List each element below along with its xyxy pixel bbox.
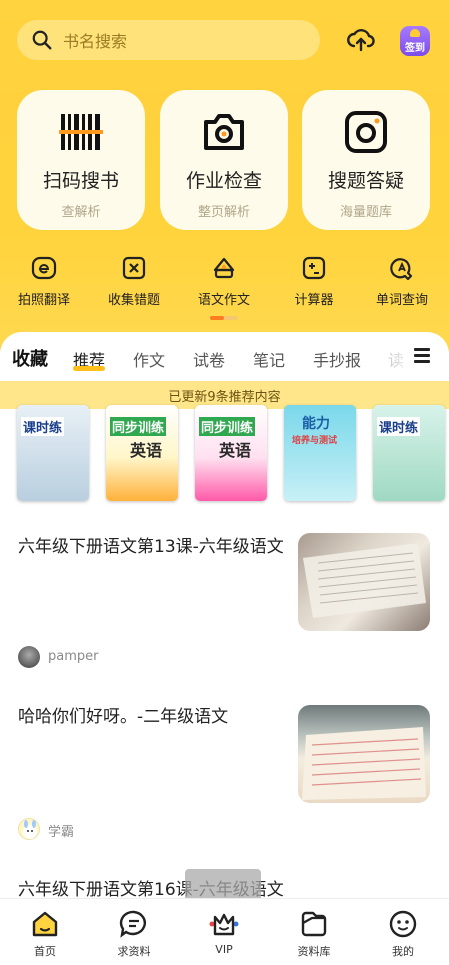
camera-square-icon bbox=[345, 111, 387, 153]
tool-subtitle: 海量题库 bbox=[339, 205, 392, 220]
barcode-icon bbox=[59, 114, 103, 150]
tool-title: 扫码搜书 bbox=[42, 170, 119, 192]
tool-subtitle: 查解析 bbox=[61, 205, 101, 220]
word-search-icon bbox=[390, 258, 413, 281]
tab-handwritten-newspaper[interactable]: 手抄报 bbox=[313, 347, 361, 371]
bottom-navigation: 首页 求资料 VIP 资料库 我的 bbox=[0, 898, 449, 965]
book-cover[interactable]: 课时练 bbox=[373, 405, 445, 501]
tool-question-search[interactable]: 搜题答疑 海量题库 bbox=[302, 90, 430, 230]
author-name[interactable]: 学霸 bbox=[48, 821, 74, 840]
tab-fade bbox=[379, 332, 419, 382]
camera-icon bbox=[204, 114, 244, 150]
tool-title: 作业检查 bbox=[185, 170, 262, 192]
chat-icon bbox=[119, 910, 146, 938]
sign-in-button[interactable]: 签到 bbox=[400, 26, 430, 56]
tool-subtitle: 整页解析 bbox=[197, 205, 250, 220]
thumbnail-image bbox=[303, 543, 426, 618]
article-title[interactable]: 六年级下册语文第13课-六年级语文 bbox=[18, 530, 288, 564]
floating-overlay bbox=[185, 869, 261, 901]
essay-icon bbox=[213, 257, 235, 279]
nav-label: 我的 bbox=[392, 945, 414, 958]
tool-essay[interactable]: 语文作文 bbox=[184, 255, 264, 308]
tool-calculator[interactable]: 计算器 bbox=[274, 255, 354, 308]
nav-label: 资料库 bbox=[297, 945, 331, 958]
cartoon-avatar-icon bbox=[23, 820, 37, 839]
nav-library[interactable]: 资料库 bbox=[269, 909, 359, 959]
book-title: 同步训练 bbox=[199, 417, 256, 436]
home-icon bbox=[32, 911, 58, 937]
menu-icon[interactable] bbox=[414, 348, 430, 363]
tool-word-lookup[interactable]: 单词查询 bbox=[362, 255, 442, 308]
book-cover[interactable]: 课时练 bbox=[17, 405, 89, 501]
translate-icon bbox=[31, 256, 57, 280]
nav-vip[interactable]: VIP bbox=[179, 909, 269, 956]
nav-label: 求资料 bbox=[117, 945, 151, 958]
book-cover[interactable]: 同步训练 英语 bbox=[106, 405, 178, 501]
tool-photo-translate[interactable]: 拍照翻译 bbox=[4, 255, 84, 308]
search-icon bbox=[32, 30, 52, 50]
avatar[interactable] bbox=[18, 818, 40, 840]
page-indicator bbox=[210, 316, 238, 320]
nav-home[interactable]: 首页 bbox=[0, 909, 90, 959]
nav-label: 首页 bbox=[34, 945, 56, 958]
book-cover[interactable]: 能力 培养与测试 bbox=[284, 405, 356, 501]
active-tab-indicator bbox=[73, 366, 105, 371]
tool-label: 计算器 bbox=[294, 293, 334, 308]
folder-icon bbox=[301, 911, 327, 937]
thumbnail-image bbox=[302, 727, 426, 800]
tab-favorites[interactable]: 收藏 bbox=[12, 345, 48, 371]
article-title[interactable]: 哈哈你们好呀。-二年级语文 bbox=[18, 700, 288, 734]
book-subtitle: 英语 bbox=[219, 441, 252, 460]
nav-request[interactable]: 求资料 bbox=[89, 909, 179, 959]
article-thumbnail[interactable] bbox=[298, 705, 430, 803]
sign-in-label: 签到 bbox=[405, 43, 425, 54]
avatar[interactable] bbox=[18, 646, 40, 668]
tool-label: 单词查询 bbox=[375, 293, 428, 308]
book-title: 课时练 bbox=[21, 417, 65, 436]
calculator-icon bbox=[302, 256, 326, 280]
tab-notes[interactable]: 笔记 bbox=[253, 347, 285, 371]
crown-icon bbox=[209, 913, 239, 936]
article-thumbnail[interactable] bbox=[298, 533, 430, 631]
nav-profile[interactable]: 我的 bbox=[358, 909, 448, 959]
content-tabs: 收藏 推荐 作文 试卷 笔记 手抄报 读 bbox=[0, 332, 449, 382]
tool-label: 收集错题 bbox=[107, 293, 160, 308]
tool-label: 语文作文 bbox=[197, 293, 250, 308]
profile-icon bbox=[389, 910, 417, 938]
cloud-upload-icon[interactable] bbox=[346, 25, 376, 55]
wrong-question-icon bbox=[122, 256, 146, 280]
tool-title: 搜题答疑 bbox=[327, 170, 404, 192]
coin-icon bbox=[410, 29, 420, 37]
tool-homework-check[interactable]: 作业检查 整页解析 bbox=[160, 90, 288, 230]
nav-label: VIP bbox=[215, 943, 233, 956]
tab-exam[interactable]: 试卷 bbox=[193, 347, 225, 371]
book-cover[interactable]: 同步训练 英语 bbox=[195, 405, 267, 501]
tool-label: 拍照翻译 bbox=[17, 293, 70, 308]
tool-scan-book[interactable]: 扫码搜书 查解析 bbox=[17, 90, 145, 230]
tool-collect-mistakes[interactable]: 收集错题 bbox=[94, 255, 174, 308]
search-bar[interactable]: 书名搜索 bbox=[17, 20, 320, 60]
book-title: 课时练 bbox=[377, 417, 421, 436]
author-name[interactable]: pamper bbox=[48, 649, 98, 664]
tab-essay[interactable]: 作文 bbox=[133, 347, 165, 371]
book-title: 能力 bbox=[302, 416, 330, 432]
book-title: 同步训练 bbox=[110, 417, 167, 436]
search-placeholder: 书名搜索 bbox=[63, 32, 128, 51]
book-subtitle: 英语 bbox=[130, 441, 163, 460]
book-subtitle: 培养与测试 bbox=[292, 436, 338, 446]
